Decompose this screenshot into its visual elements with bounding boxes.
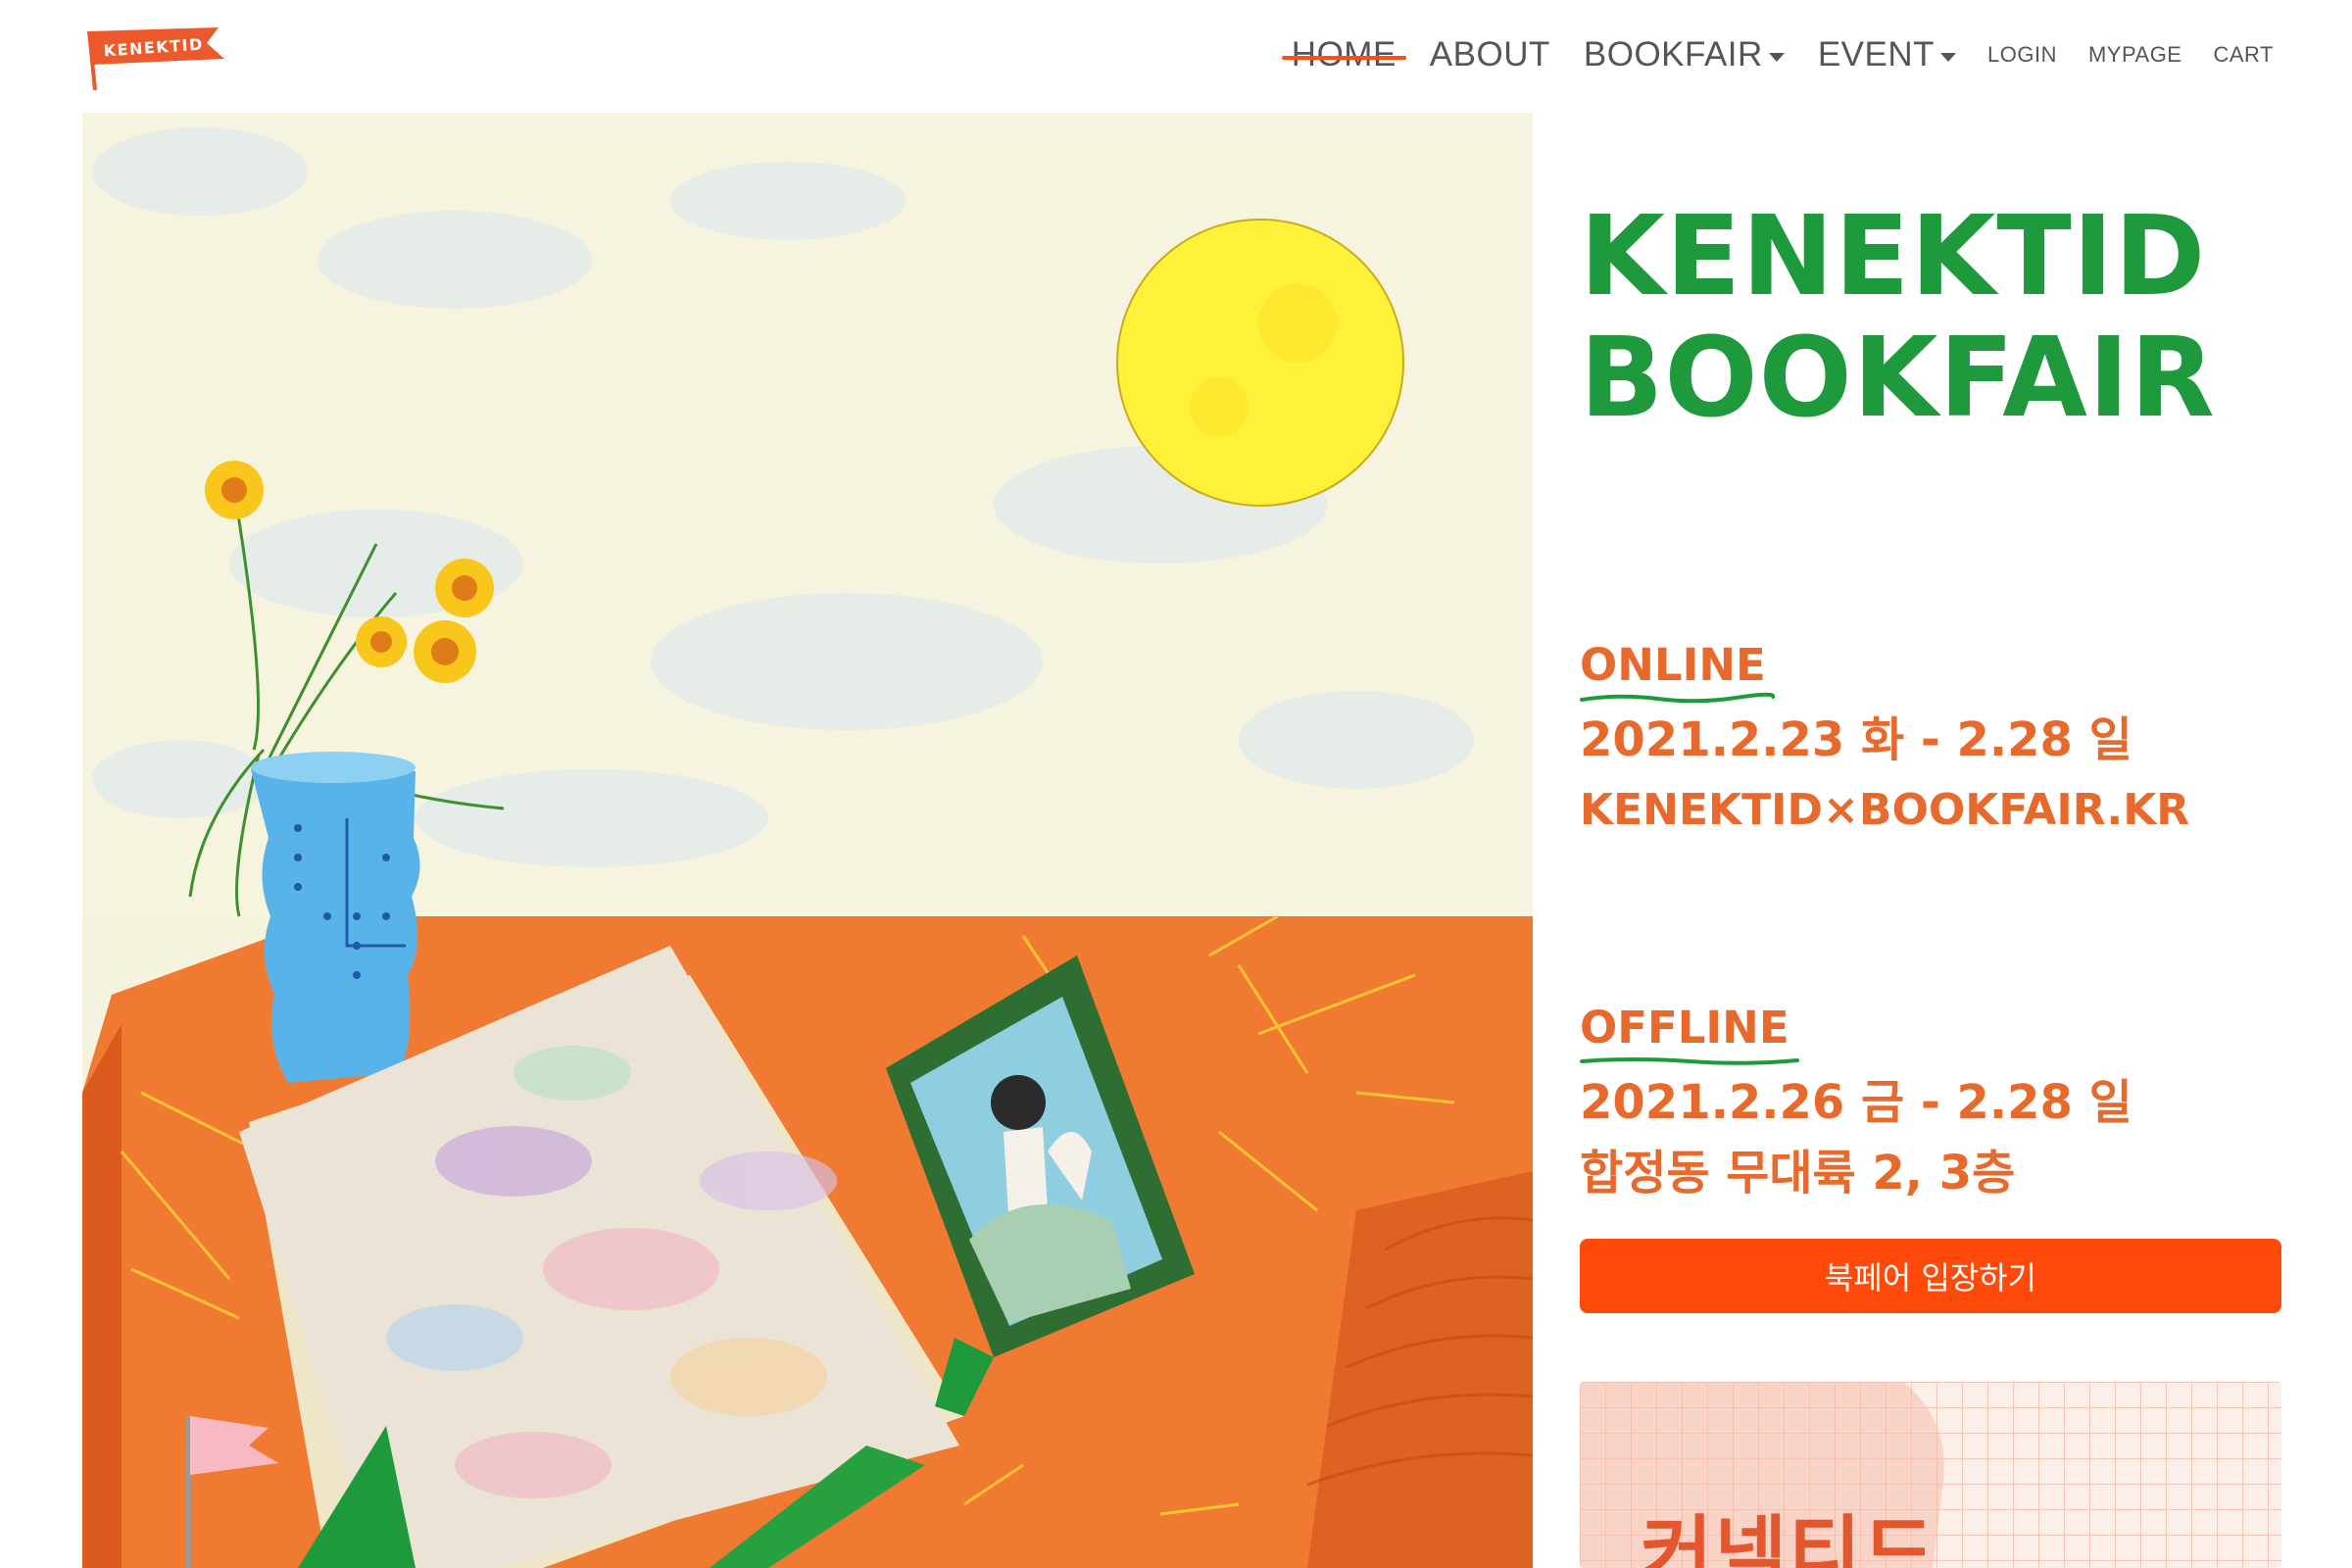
- info-panel: KENEKTID BOOKFAIR ONLINE 2021.2.23 화 - 2…: [1580, 196, 2285, 1200]
- nav-about[interactable]: ABOUT: [1430, 35, 1550, 74]
- offline-dates: 2021.2.26 금 - 2.28 일: [1580, 1075, 2132, 1130]
- nav-about-label: ABOUT: [1429, 35, 1550, 74]
- nav-event-label: EVENT: [1817, 35, 1936, 74]
- sun-icon: [1116, 219, 1404, 507]
- nav-cart[interactable]: CART: [2214, 42, 2275, 68]
- bookfair-title-line2: BOOKFAIR: [1580, 315, 2216, 442]
- underline-squiggle: [1580, 1057, 1800, 1065]
- nav-mypage-label: MYPAGE: [2087, 42, 2182, 67]
- promo-card-text: 커넥티드: [1641, 1507, 1937, 1568]
- nav-mypage[interactable]: MYPAGE: [2088, 42, 2182, 68]
- nav-login[interactable]: LOGIN: [1987, 42, 2057, 68]
- nav-home[interactable]: HOME: [1281, 35, 1406, 74]
- hero-illustration: [82, 113, 1533, 1568]
- bookfair-title: KENEKTID BOOKFAIR: [1580, 196, 2285, 439]
- offline-section: OFFLINE 2021.2.26 금 - 2.28 일 합정동 무대륙 2, …: [1580, 1002, 2132, 1208]
- offline-label-text: OFFLINE: [1580, 1002, 1789, 1054]
- active-strike-mark: [1281, 55, 1406, 60]
- online-label-text: ONLINE: [1580, 639, 1766, 691]
- underline-squiggle: [1580, 692, 1776, 704]
- bookfair-title-line1: KENEKTID: [1580, 193, 2207, 320]
- logo[interactable]: KENEKTID: [81, 24, 230, 92]
- caret-down-icon: [1768, 52, 1785, 62]
- flag-logo-icon: KENEKTID: [87, 27, 224, 91]
- online-section: ONLINE 2021.2.23 화 - 2.28 일 KENEKTID×BOO…: [1580, 639, 2189, 846]
- nav-event-dropdown[interactable]: EVENT: [1817, 35, 1957, 74]
- promo-card[interactable]: 커넥티드: [1580, 1382, 2281, 1568]
- nav-bookfair-dropdown[interactable]: BOOKFAIR: [1584, 35, 1785, 74]
- nav-cart-label: CART: [2213, 42, 2274, 67]
- nav-bookfair-label: BOOKFAIR: [1583, 35, 1763, 74]
- offline-venue: 합정동 무대륙 2, 3층: [1580, 1146, 2016, 1200]
- online-label: ONLINE: [1580, 639, 1776, 705]
- online-dates: 2021.2.23 화 - 2.28 일: [1580, 712, 2132, 767]
- nav-login-label: LOGIN: [1987, 42, 2057, 67]
- main-nav: HOME ABOUT BOOKFAIR EVENT LOGIN MYPAGE C…: [1281, 27, 2275, 82]
- online-site-link[interactable]: KENEKTID×BOOKFAIR.KR: [1580, 775, 2189, 846]
- enter-bookfair-button[interactable]: 북페어 입장하기: [1580, 1239, 2281, 1313]
- caret-down-icon: [1940, 52, 1957, 62]
- offline-label: OFFLINE: [1580, 1002, 1800, 1067]
